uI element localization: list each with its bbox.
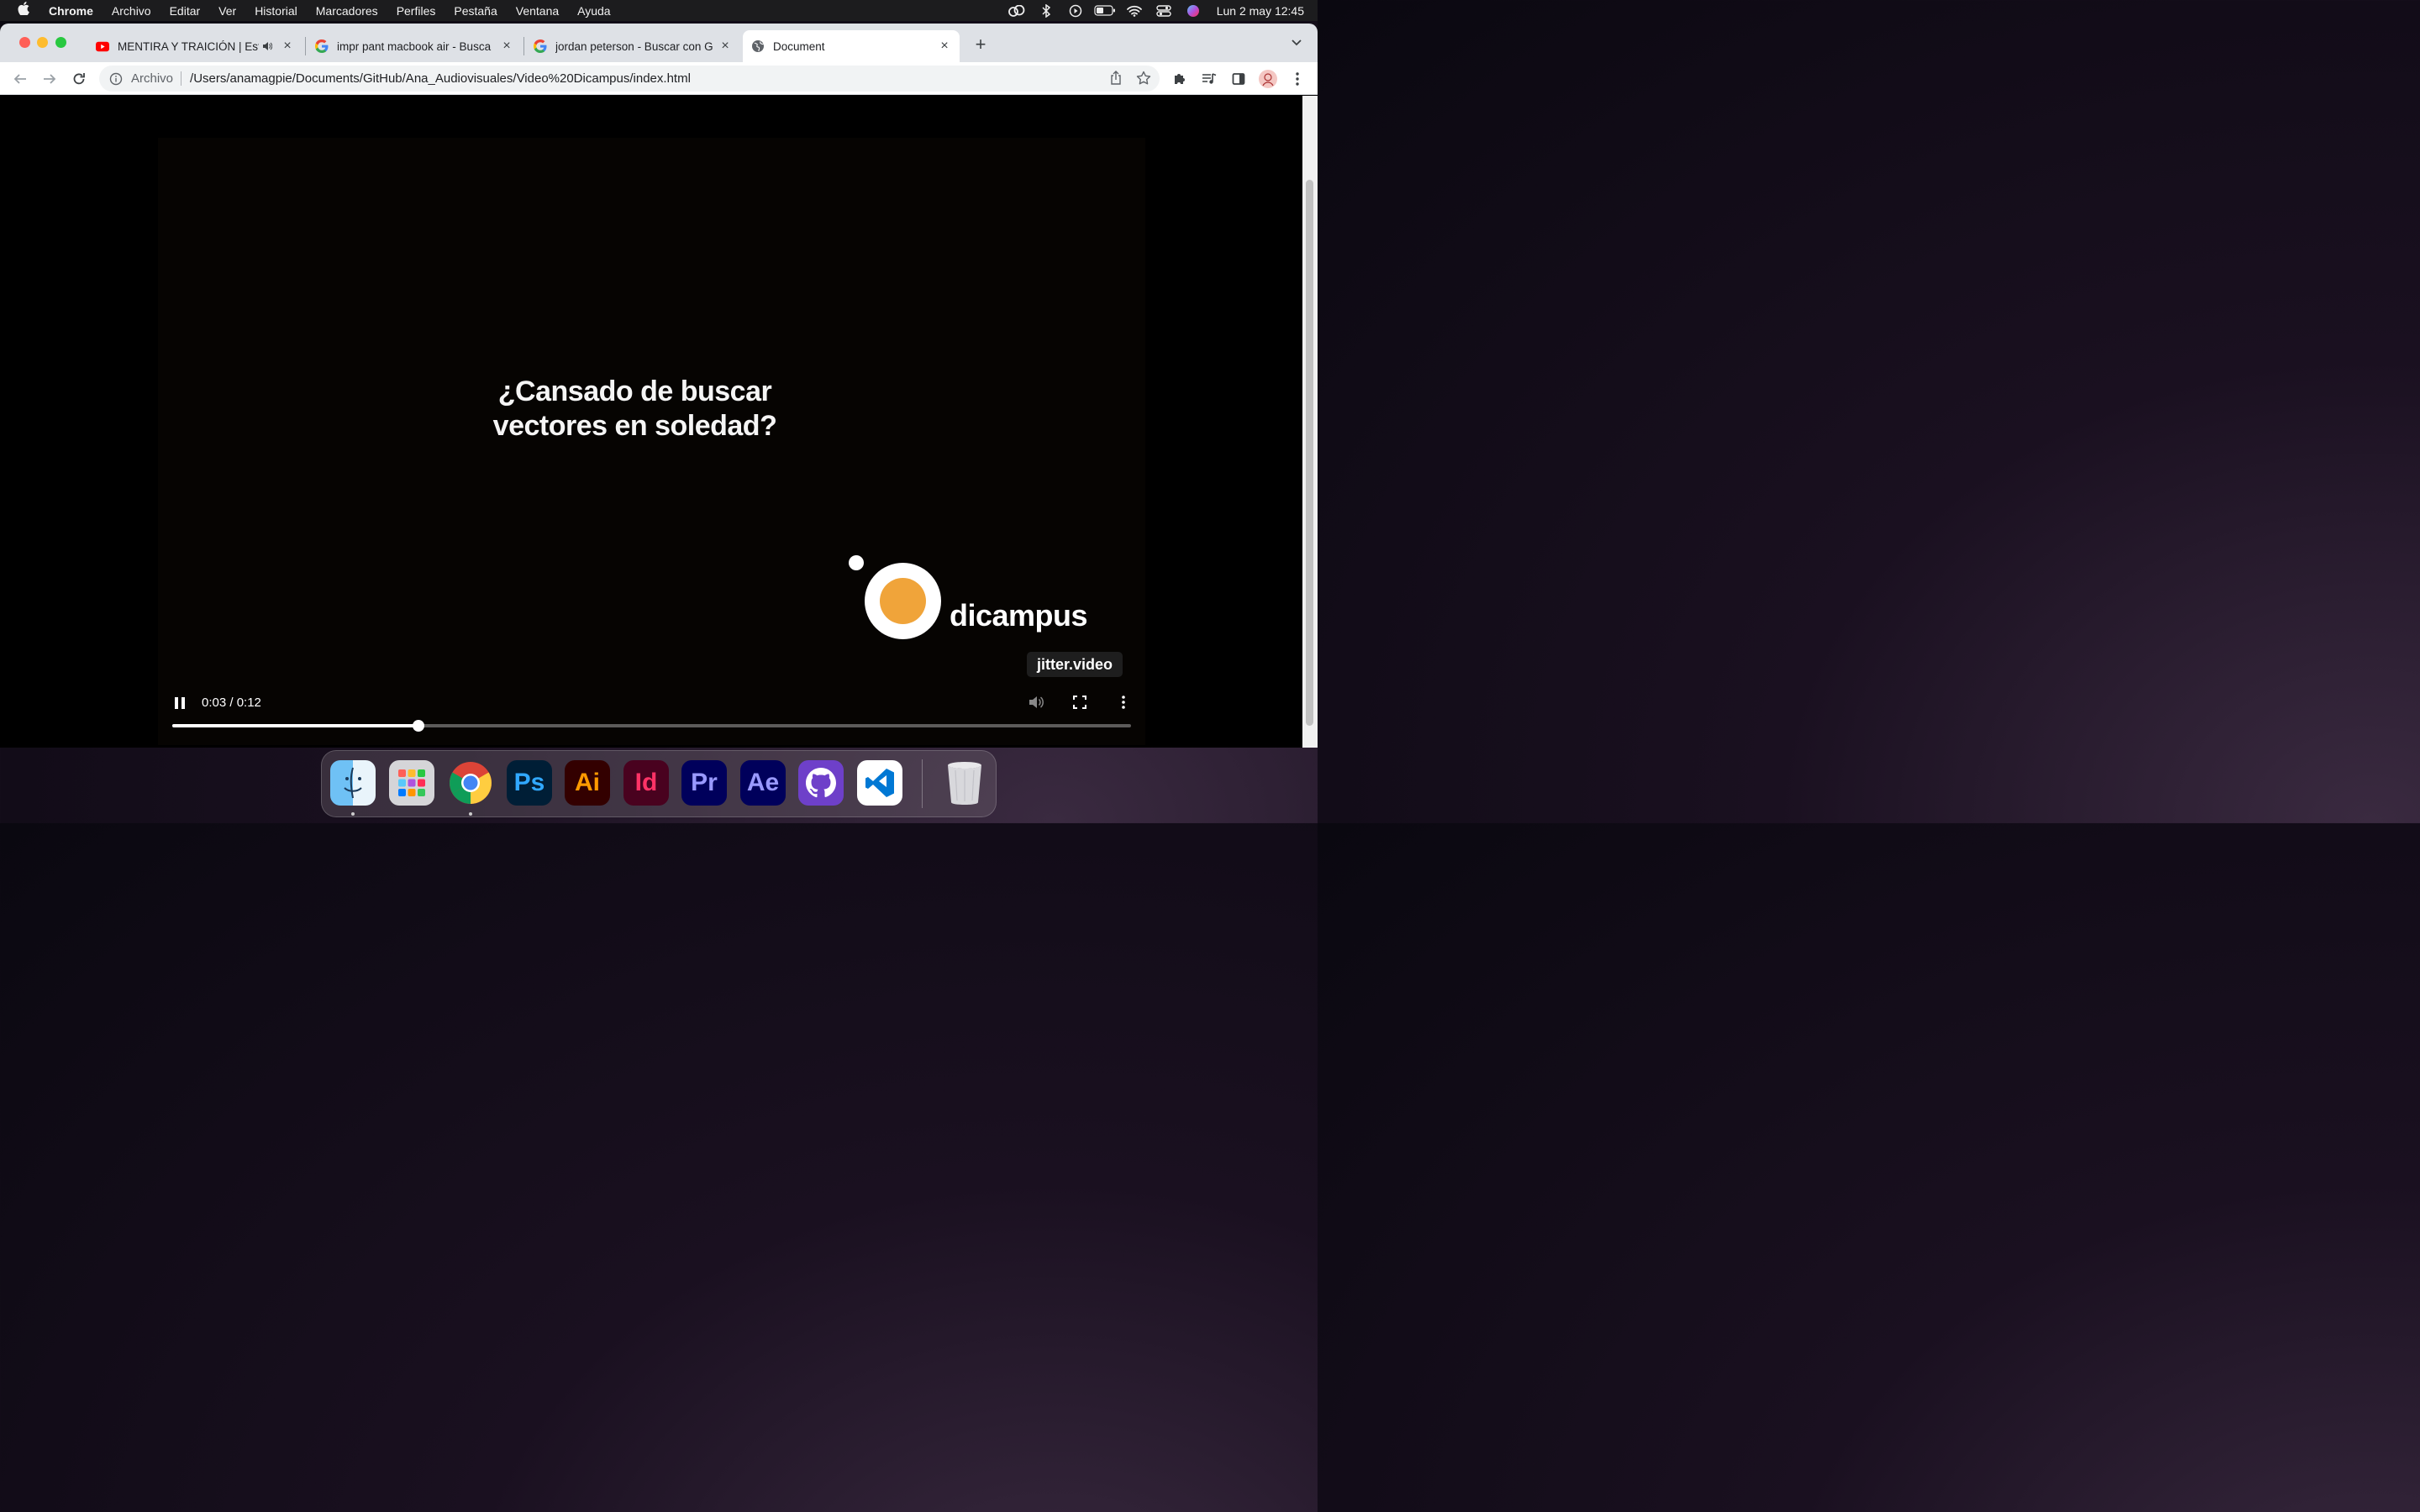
more-options-icon[interactable] bbox=[1114, 693, 1133, 711]
extensions-puzzle-icon[interactable] bbox=[1170, 69, 1190, 89]
google-icon bbox=[534, 39, 547, 53]
menu-editar[interactable]: Editar bbox=[160, 4, 210, 18]
logo-text: dicampus bbox=[950, 598, 1088, 633]
youtube-icon bbox=[96, 39, 109, 53]
video-progress-bar[interactable] bbox=[172, 720, 1131, 732]
menu-ayuda[interactable]: Ayuda bbox=[568, 4, 619, 18]
scrollbar-thumb[interactable] bbox=[1306, 180, 1313, 726]
dock: Ps Ai Id Pr Ae bbox=[321, 750, 997, 817]
page-scrollbar[interactable] bbox=[1302, 96, 1318, 748]
back-arrow-icon[interactable] bbox=[10, 69, 30, 89]
bluetooth-icon[interactable] bbox=[1032, 0, 1061, 21]
video-controls: 0:03 / 0:12 bbox=[158, 684, 1145, 745]
tab-google-search-1[interactable]: impr pant macbook air - Busca × bbox=[307, 30, 522, 62]
address-bar[interactable]: Archivo /Users/anamagpie/Documents/GitHu… bbox=[99, 66, 1160, 92]
pause-icon[interactable] bbox=[171, 694, 188, 712]
tab-title: jordan peterson - Buscar con G bbox=[555, 39, 713, 53]
running-indicator bbox=[351, 812, 355, 816]
chevron-down-icon[interactable] bbox=[1288, 36, 1305, 53]
siri-icon[interactable] bbox=[1179, 0, 1208, 21]
tab-google-search-2[interactable]: jordan peterson - Buscar con G × bbox=[525, 30, 740, 62]
globe-icon bbox=[751, 39, 765, 53]
address-scheme-label: Archivo bbox=[131, 71, 182, 86]
logo-dot bbox=[849, 555, 864, 570]
share-icon[interactable] bbox=[1109, 71, 1123, 89]
chrome-icon[interactable] bbox=[448, 760, 493, 806]
progress-knob[interactable] bbox=[413, 720, 425, 732]
watermark: jitter.video bbox=[1027, 652, 1123, 677]
menu-historial[interactable]: Historial bbox=[245, 4, 307, 18]
video-caption: ¿Cansado de buscar vectores en soledad? bbox=[158, 375, 1112, 444]
window-minimize-button[interactable] bbox=[37, 37, 48, 48]
launchpad-icon[interactable] bbox=[389, 760, 434, 806]
tab-close-icon[interactable]: × bbox=[718, 39, 732, 54]
control-center-icon[interactable] bbox=[1150, 0, 1179, 21]
menu-marcadores[interactable]: Marcadores bbox=[307, 4, 387, 18]
side-panel-icon[interactable] bbox=[1228, 69, 1249, 89]
vscode-icon[interactable] bbox=[857, 760, 902, 806]
tab-title: MENTIRA Y TRAICIÓN | Est bbox=[118, 39, 259, 53]
media-controls-icon[interactable] bbox=[1199, 69, 1219, 89]
info-icon[interactable] bbox=[101, 72, 131, 86]
trash-icon[interactable] bbox=[942, 760, 987, 806]
tab-document[interactable]: Document × bbox=[743, 30, 960, 62]
creative-cloud-icon[interactable] bbox=[1002, 0, 1032, 21]
illustrator-icon[interactable]: Ai bbox=[565, 760, 610, 806]
tab-title: impr pant macbook air - Busca bbox=[337, 39, 492, 53]
menu-ver[interactable]: Ver bbox=[209, 4, 245, 18]
github-desktop-icon[interactable] bbox=[798, 760, 844, 806]
after-effects-icon[interactable]: Ae bbox=[740, 760, 786, 806]
tab-youtube[interactable]: MENTIRA Y TRAICIÓN | Est × bbox=[87, 30, 302, 62]
tab-title: Document bbox=[773, 39, 825, 53]
photoshop-icon[interactable]: Ps bbox=[507, 760, 552, 806]
window-maximize-button[interactable] bbox=[55, 37, 66, 48]
menu-ventana[interactable]: Ventana bbox=[507, 4, 568, 18]
tab-close-icon[interactable]: × bbox=[938, 39, 951, 54]
caption-line-1: ¿Cansado de buscar bbox=[497, 375, 772, 407]
video-time: 0:03 / 0:12 bbox=[202, 696, 261, 710]
logo-core bbox=[880, 578, 926, 624]
menubar-clock[interactable]: Lun 2 may 12:45 bbox=[1208, 4, 1318, 18]
battery-icon[interactable] bbox=[1091, 0, 1120, 21]
menu-app-chrome[interactable]: Chrome bbox=[47, 4, 103, 18]
window-close-button[interactable] bbox=[19, 37, 30, 48]
volume-icon[interactable] bbox=[1027, 693, 1045, 711]
video-player[interactable]: ¿Cansado de buscar vectores en soledad? … bbox=[158, 138, 1145, 745]
progress-fill bbox=[172, 724, 419, 727]
play-circle-icon[interactable] bbox=[1061, 0, 1091, 21]
tab-close-icon[interactable]: × bbox=[281, 39, 294, 54]
indesign-icon[interactable]: Id bbox=[623, 760, 669, 806]
finder-icon[interactable] bbox=[330, 760, 376, 806]
browser-window: MENTIRA Y TRAICIÓN | Est × impr pant mac… bbox=[0, 24, 1318, 748]
tab-close-icon[interactable]: × bbox=[500, 39, 513, 54]
menu-archivo[interactable]: Archivo bbox=[103, 4, 160, 18]
forward-arrow-icon[interactable] bbox=[39, 69, 60, 89]
caption-line-2: vectores en soledad? bbox=[492, 410, 777, 442]
premiere-pro-icon[interactable]: Pr bbox=[681, 760, 727, 806]
page-viewport: ¿Cansado de buscar vectores en soledad? … bbox=[0, 96, 1302, 748]
fullscreen-icon[interactable] bbox=[1071, 693, 1089, 711]
running-indicator bbox=[469, 812, 472, 816]
profile-avatar[interactable] bbox=[1258, 69, 1278, 89]
speaker-icon[interactable] bbox=[262, 41, 276, 51]
tab-strip: MENTIRA Y TRAICIÓN | Est × impr pant mac… bbox=[0, 24, 1318, 62]
browser-toolbar: Archivo /Users/anamagpie/Documents/GitHu… bbox=[0, 62, 1318, 95]
apple-menu-icon[interactable] bbox=[0, 2, 47, 19]
tab-separator bbox=[523, 37, 524, 55]
reload-icon[interactable] bbox=[69, 69, 89, 89]
new-tab-button[interactable]: + bbox=[971, 35, 991, 55]
dock-separator bbox=[922, 759, 923, 808]
tab-separator bbox=[305, 37, 306, 55]
menu-perfiles[interactable]: Perfiles bbox=[387, 4, 445, 18]
google-icon bbox=[315, 39, 329, 53]
bookmark-star-icon[interactable] bbox=[1136, 71, 1151, 89]
wifi-icon[interactable] bbox=[1120, 0, 1150, 21]
menu-pestana[interactable]: Pestaña bbox=[445, 4, 506, 18]
kebab-menu-icon[interactable] bbox=[1287, 69, 1307, 89]
address-url[interactable]: /Users/anamagpie/Documents/GitHub/Ana_Au… bbox=[190, 71, 691, 86]
menu-bar: Chrome Archivo Editar Ver Historial Marc… bbox=[0, 0, 1318, 21]
